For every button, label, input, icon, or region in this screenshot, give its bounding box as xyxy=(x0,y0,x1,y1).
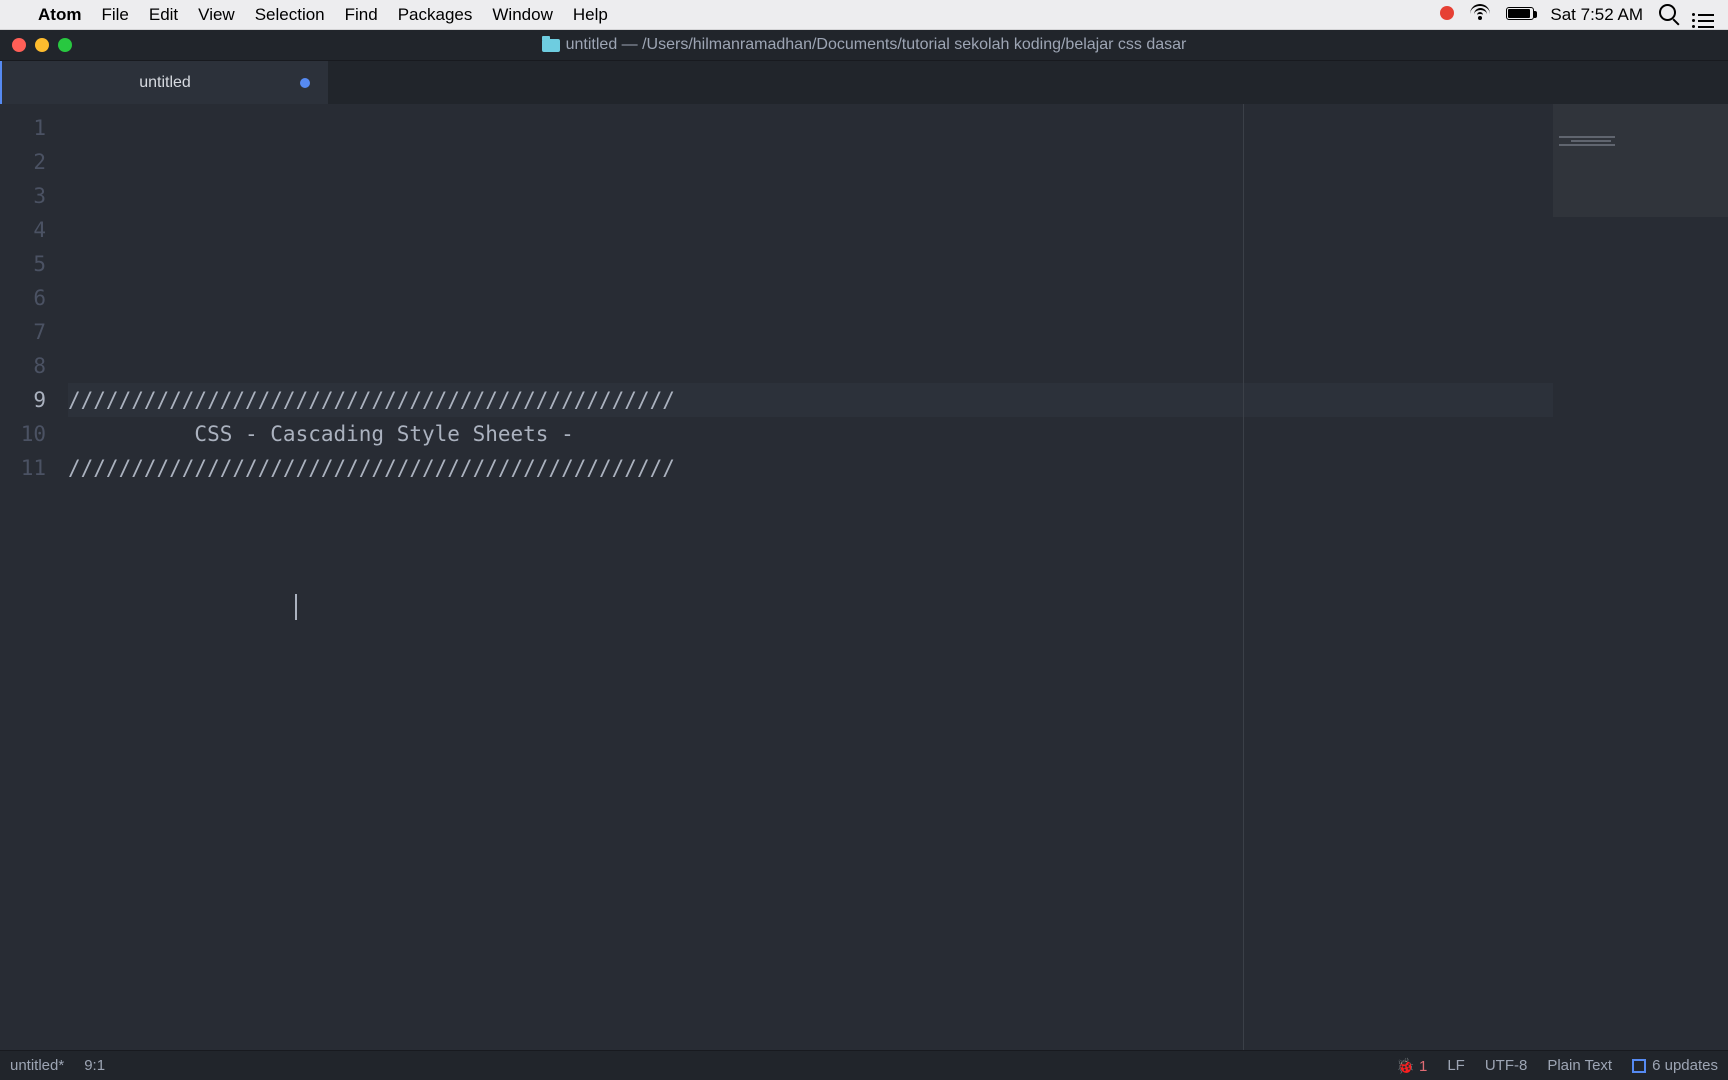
menubar-clock[interactable]: Sat 7:52 AM xyxy=(1550,5,1643,25)
window-close-button[interactable] xyxy=(12,38,26,52)
menu-selection[interactable]: Selection xyxy=(245,5,335,25)
code-line[interactable]: ////////////////////////////////////////… xyxy=(68,451,1728,485)
macos-menubar: Atom File Edit View Selection Find Packa… xyxy=(0,0,1728,30)
battery-icon[interactable] xyxy=(1506,5,1534,25)
code-line[interactable] xyxy=(68,111,1728,145)
line-number-gutter[interactable]: 1 2 3 4 5 6 7 8 9 10 11 xyxy=(0,104,68,1050)
code-line[interactable] xyxy=(68,349,1728,383)
spotlight-search-icon[interactable] xyxy=(1659,4,1676,26)
tab-bar: untitled xyxy=(0,60,1728,104)
wrap-guide xyxy=(1243,104,1244,1050)
minimap[interactable] xyxy=(1553,104,1728,1050)
code-content[interactable]: ////////////////////////////////////////… xyxy=(68,104,1728,1050)
status-line-ending[interactable]: LF xyxy=(1447,1057,1465,1074)
status-grammar[interactable]: Plain Text xyxy=(1547,1057,1612,1074)
folder-icon xyxy=(542,39,560,52)
code-line[interactable] xyxy=(68,315,1728,349)
status-cursor-position[interactable]: 9:1 xyxy=(84,1057,105,1074)
window-maximize-button[interactable] xyxy=(58,38,72,52)
code-line[interactable] xyxy=(68,213,1728,247)
code-line[interactable]: CSS - Cascading Style Sheets - xyxy=(68,417,1728,451)
window-minimize-button[interactable] xyxy=(35,38,49,52)
app-name[interactable]: Atom xyxy=(28,5,91,25)
traffic-lights xyxy=(0,38,72,52)
status-file[interactable]: untitled* xyxy=(10,1057,64,1074)
status-encoding[interactable]: UTF-8 xyxy=(1485,1057,1528,1074)
editor-window: untitled — /Users/hilmanramadhan/Documen… xyxy=(0,30,1728,1080)
wifi-icon[interactable] xyxy=(1470,4,1490,25)
window-titlebar: untitled — /Users/hilmanramadhan/Documen… xyxy=(0,30,1728,60)
code-line[interactable] xyxy=(68,281,1728,315)
menu-window[interactable]: Window xyxy=(482,5,562,25)
package-icon xyxy=(1632,1059,1646,1073)
editor-area[interactable]: 1 2 3 4 5 6 7 8 9 10 11 ////////////////… xyxy=(0,104,1728,1050)
code-line[interactable]: ////////////////////////////////////////… xyxy=(68,383,1728,417)
tab-label: untitled xyxy=(139,74,191,92)
menu-help[interactable]: Help xyxy=(563,5,618,25)
updates-button[interactable]: 6 updates xyxy=(1632,1057,1718,1074)
menu-edit[interactable]: Edit xyxy=(139,5,188,25)
code-line[interactable] xyxy=(68,247,1728,281)
menu-file[interactable]: File xyxy=(91,5,138,25)
diagnostics-button[interactable]: 🐞 1 xyxy=(1396,1057,1427,1075)
window-title: untitled — /Users/hilmanramadhan/Documen… xyxy=(566,36,1187,54)
recording-indicator-icon[interactable] xyxy=(1440,5,1454,25)
unsaved-indicator-icon xyxy=(300,78,310,88)
tab-untitled[interactable]: untitled xyxy=(0,61,328,104)
code-line[interactable] xyxy=(68,179,1728,213)
menu-find[interactable]: Find xyxy=(335,5,388,25)
menu-view[interactable]: View xyxy=(188,5,245,25)
menu-packages[interactable]: Packages xyxy=(388,5,483,25)
minimap-viewport[interactable] xyxy=(1553,104,1728,217)
notification-center-icon[interactable] xyxy=(1692,1,1714,28)
status-bar: untitled* 9:1 🐞 1 LF UTF-8 Plain Text 6 … xyxy=(0,1050,1728,1080)
code-line[interactable] xyxy=(68,145,1728,179)
text-cursor xyxy=(295,594,297,620)
